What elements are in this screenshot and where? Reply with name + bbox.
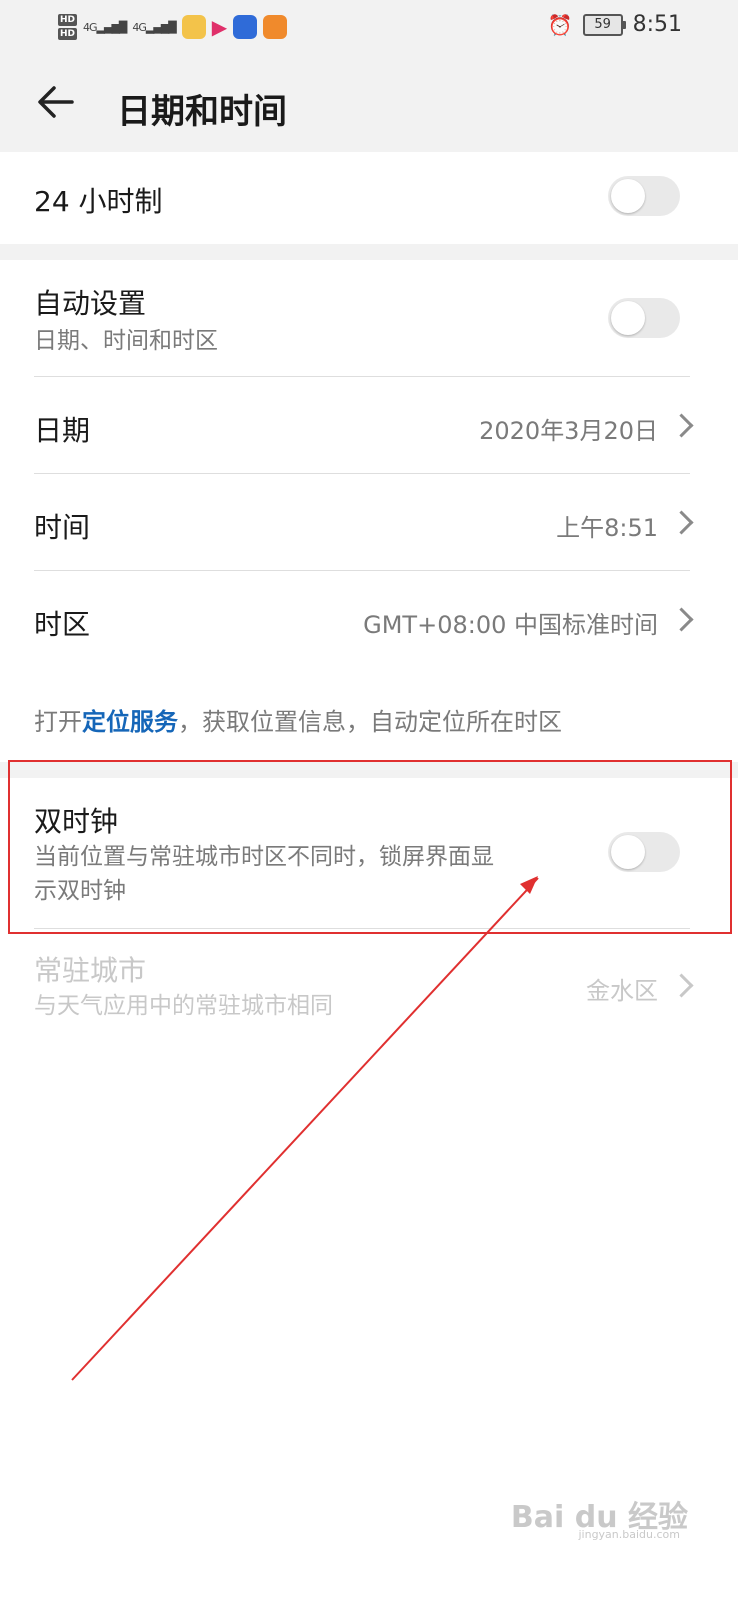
annotation-arrow <box>71 876 539 1381</box>
baidu-watermark-url: jingyan.baidu.com <box>578 1528 680 1541</box>
